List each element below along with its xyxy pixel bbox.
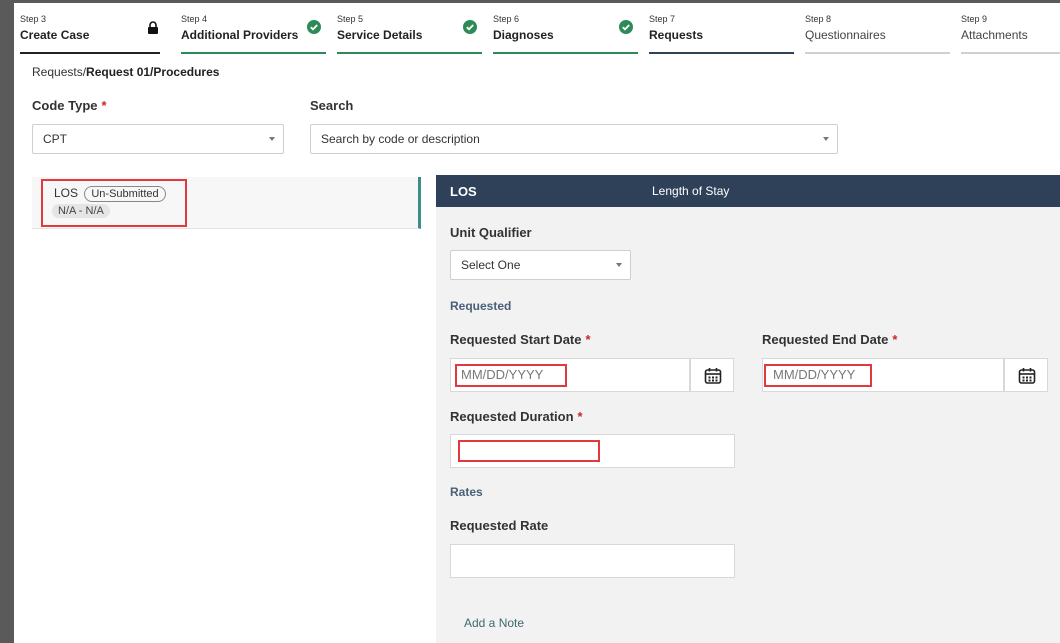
code-type-label-text: Code Type [32,98,98,113]
end-date-calendar-button[interactable] [1004,358,1048,392]
end-date-label-text: Requested End Date [762,332,889,347]
step-progress-bar [961,52,1060,54]
duration-label: Requested Duration * [450,409,583,424]
requested-section-heading: Requested [450,299,512,313]
step-title: Create Case [20,28,90,42]
duration-label-text: Requested Duration [450,409,574,424]
calendar-icon [704,368,722,384]
progress-stepper: Step 3 Create Case Step 4 Additional Pro… [14,3,1060,57]
end-date-input[interactable]: MM/DD/YYYY [762,358,1004,392]
step-number: Step 3 [20,14,47,24]
start-date-input[interactable]: MM/DD/YYYY [450,358,690,392]
step-number: Step 7 [649,14,676,24]
start-date-label: Requested Start Date * [450,332,591,347]
step-title: Attachments [961,28,1028,42]
search-label: Search [310,98,354,113]
rates-section-heading: Rates [450,485,483,499]
required-asterisk: * [892,332,898,347]
procedure-code-text: LOS [54,186,79,200]
check-circle-icon [307,20,321,34]
end-date-placeholder: MM/DD/YYYY [773,367,856,382]
check-circle-icon [463,20,477,34]
step-progress-bar [20,52,160,54]
procedure-list-item[interactable]: LOS Un-Submitted N/A - N/A [32,177,421,229]
step-number: Step 6 [493,14,520,24]
code-type-select[interactable]: CPT [32,124,284,154]
required-asterisk: * [585,332,591,347]
unit-qualifier-select[interactable]: Select One [450,250,631,280]
code-type-label: Code Type * [32,98,107,113]
search-placeholder: Search by code or description [321,132,480,146]
step-number: Step 9 [961,14,988,24]
step-service-details[interactable]: Step 5 Service Details [337,13,482,54]
step-progress-bar [805,52,950,54]
lock-icon [147,21,161,35]
step-title: Additional Providers [181,28,299,42]
unit-qualifier-label: Unit Qualifier [450,225,532,240]
status-badge: Un-Submitted [84,186,166,202]
step-title: Questionnaires [805,28,886,42]
step-title: Diagnoses [493,28,554,42]
step-progress-bar [181,52,326,54]
required-asterisk: * [577,409,583,424]
unit-qualifier-value: Select One [461,258,521,272]
step-title: Requests [649,28,704,42]
step-progress-bar [493,52,638,54]
step-requests[interactable]: Step 7 Requests [649,13,794,54]
step-number: Step 8 [805,14,832,24]
check-circle-icon [619,20,633,34]
chevron-down-icon [823,137,829,141]
procedure-code: LOS Un-Submitted [54,186,166,202]
breadcrumb: Requests/Request 01/Procedures [32,65,219,79]
step-questionnaires[interactable]: Step 8 Questionnaires [805,13,950,54]
step-number: Step 5 [337,14,364,24]
start-date-label-text: Requested Start Date [450,332,582,347]
breadcrumb-requests-link[interactable]: Requests/ [32,65,86,79]
step-progress-bar [337,52,482,54]
duration-input[interactable] [450,434,735,468]
panel-code: LOS [450,184,477,199]
app-window: Step 3 Create Case Step 4 Additional Pro… [14,3,1060,643]
calendar-icon [1018,368,1036,384]
step-progress-bar [649,52,794,54]
rate-input[interactable] [450,544,735,578]
step-create-case[interactable]: Step 3 Create Case [20,13,161,54]
panel-header: LOS Length of Stay [436,175,1060,207]
step-attachments[interactable]: Step 9 Attachments [961,13,1060,54]
start-date-placeholder: MM/DD/YYYY [461,367,544,382]
step-diagnoses[interactable]: Step 6 Diagnoses [493,13,638,54]
chevron-down-icon [616,263,622,267]
end-date-label: Requested End Date * [762,332,897,347]
required-asterisk: * [101,98,107,113]
date-range-badge: N/A - N/A [52,204,110,218]
step-title: Service Details [337,28,423,42]
panel-description: Length of Stay [652,184,730,198]
chevron-down-icon [269,137,275,141]
add-note-link[interactable]: Add a Note [464,616,524,630]
step-additional-providers[interactable]: Step 4 Additional Providers [181,13,326,54]
procedure-detail-panel: LOS Length of Stay Unit Qualifier Select… [436,175,1060,643]
start-date-calendar-button[interactable] [690,358,734,392]
search-input[interactable]: Search by code or description [310,124,838,154]
rate-label: Requested Rate [450,518,549,533]
step-number: Step 4 [181,14,208,24]
breadcrumb-current: Request 01/Procedures [86,65,220,79]
code-type-value: CPT [43,132,67,146]
